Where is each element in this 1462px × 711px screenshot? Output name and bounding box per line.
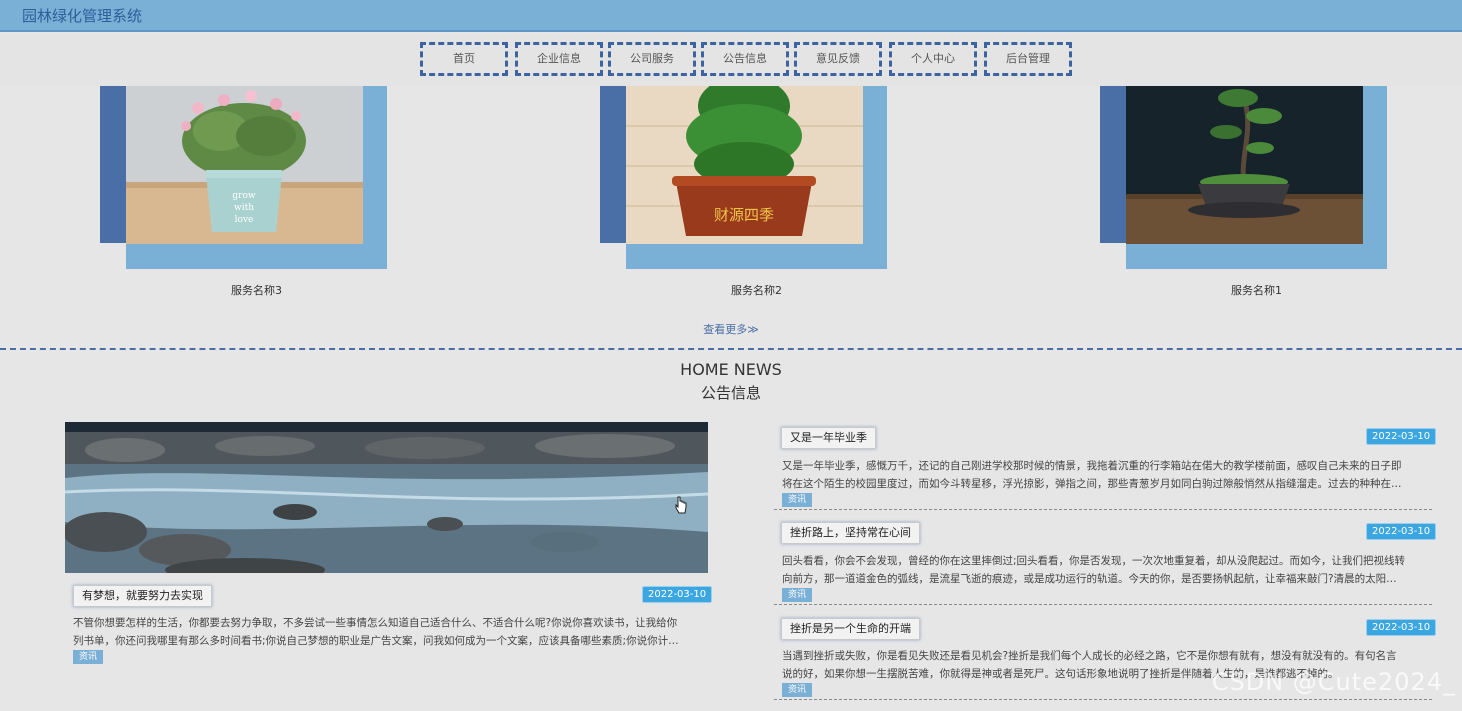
svg-text:grow: grow bbox=[232, 191, 255, 201]
view-more-link[interactable]: 查看更多≫ bbox=[0, 321, 1462, 337]
card-accent-dark bbox=[600, 86, 626, 243]
excerpt-line: 当遇到挫折或失败，你是看见失败还是看见机会?挫折是我们每个人成长的必经之路，它不… bbox=[782, 650, 1397, 662]
hand-cursor-icon bbox=[675, 496, 687, 514]
news-date: 2022-03-10 bbox=[1366, 523, 1437, 540]
news-heading-en: HOME NEWS bbox=[680, 360, 782, 379]
nav-company-info[interactable]: 企业信息 bbox=[515, 42, 603, 76]
svg-text:love: love bbox=[235, 215, 254, 225]
pine-bonsai-photo[interactable]: 财源四季 bbox=[626, 86, 863, 244]
featured-news-date: 2022-03-10 bbox=[642, 586, 713, 603]
news-title[interactable]: 挫折是另一个生命的开端 bbox=[781, 618, 920, 640]
news-separator bbox=[774, 604, 1432, 605]
nav-admin[interactable]: 后台管理 bbox=[984, 42, 1072, 76]
service-name[interactable]: 服务名称3 bbox=[113, 282, 400, 298]
bonsai-tree-photo[interactable] bbox=[1126, 86, 1363, 244]
nav-feedback[interactable]: 意见反馈 bbox=[794, 42, 882, 76]
excerpt-line: 回头看看，你会不会发现，曾经的你在这里摔倒过;回头看看，你是否发现，一次次地重复… bbox=[782, 555, 1406, 567]
section-divider bbox=[0, 348, 1462, 350]
news-date: 2022-03-10 bbox=[1366, 619, 1437, 636]
card-accent-dark bbox=[1100, 86, 1126, 243]
nav-home[interactable]: 首页 bbox=[420, 42, 508, 76]
app-title: 园林绿化管理系统 bbox=[22, 7, 143, 25]
news-title[interactable]: 又是一年毕业季 bbox=[781, 427, 876, 449]
news-tag[interactable]: 资讯 bbox=[782, 683, 813, 697]
service-card[interactable]: grow with love bbox=[100, 86, 387, 269]
news-date: 2022-03-10 bbox=[1366, 428, 1437, 445]
river-rocks-photo[interactable] bbox=[65, 422, 708, 573]
main-navigation: 首页 企业信息 公司服务 公告信息 意见反馈 个人中心 后台管理 bbox=[0, 34, 1462, 86]
service-card[interactable]: 财源四季 bbox=[600, 86, 887, 269]
featured-news-excerpt: 不管你想要怎样的生活，你都要去努力争取，不多尝试一些事情怎么知道自己适合什么、不… bbox=[73, 614, 713, 650]
news-excerpt: 又是一年毕业季，感慨万千，还记的自己刚进学校那时候的情景，我拖着沉重的行李箱站在… bbox=[782, 457, 1434, 493]
excerpt-line: 又是一年毕业季，感慨万千，还记的自己刚进学校那时候的情景，我拖着沉重的行李箱站在… bbox=[782, 460, 1402, 472]
flower-pot-photo[interactable]: grow with love bbox=[126, 86, 363, 244]
service-name[interactable]: 服务名称2 bbox=[613, 282, 900, 298]
excerpt-line: 列书单，你还问我哪里有那么多时间看书;你说自己梦想的职业是广告文案，问我如何成为… bbox=[73, 635, 679, 647]
svg-text:财源四季: 财源四季 bbox=[714, 206, 774, 224]
excerpt-line: 向前方，那一道道金色的弧线，是流星飞逝的痕迹，或是成功运行的轨道。今天的你，是否… bbox=[782, 573, 1397, 585]
top-header-bar: 园林绿化管理系统 bbox=[0, 0, 1462, 32]
news-tag[interactable]: 资讯 bbox=[782, 493, 813, 507]
svg-text:with: with bbox=[234, 203, 254, 213]
news-title[interactable]: 挫折路上，坚持常在心间 bbox=[781, 522, 920, 544]
excerpt-line: 将在这个陌生的校园里度过，而如今斗转星移，浮光掠影，弹指之间，那些青葱岁月如同白… bbox=[782, 478, 1402, 490]
news-excerpt: 回头看看，你会不会发现，曾经的你在这里摔倒过;回头看看，你是否发现，一次次地重复… bbox=[782, 552, 1434, 588]
csdn-watermark: CSDN @Cute2024_ bbox=[1211, 668, 1456, 696]
featured-news-tag[interactable]: 资讯 bbox=[73, 650, 104, 664]
service-card[interactable] bbox=[1100, 86, 1387, 269]
nav-announcements[interactable]: 公告信息 bbox=[701, 42, 789, 76]
nav-personal-center[interactable]: 个人中心 bbox=[889, 42, 977, 76]
news-tag[interactable]: 资讯 bbox=[782, 588, 813, 602]
news-separator bbox=[774, 509, 1432, 510]
news-separator bbox=[774, 699, 1432, 700]
featured-news-title[interactable]: 有梦想，就要努力去实现 bbox=[73, 585, 212, 607]
excerpt-line: 不管你想要怎样的生活，你都要去努力争取，不多尝试一些事情怎么知道自己适合什么、不… bbox=[73, 617, 678, 629]
nav-company-services[interactable]: 公司服务 bbox=[608, 42, 696, 76]
news-heading-cn: 公告信息 bbox=[700, 384, 761, 402]
service-name[interactable]: 服务名称1 bbox=[1113, 282, 1400, 298]
card-accent-dark bbox=[100, 86, 126, 243]
